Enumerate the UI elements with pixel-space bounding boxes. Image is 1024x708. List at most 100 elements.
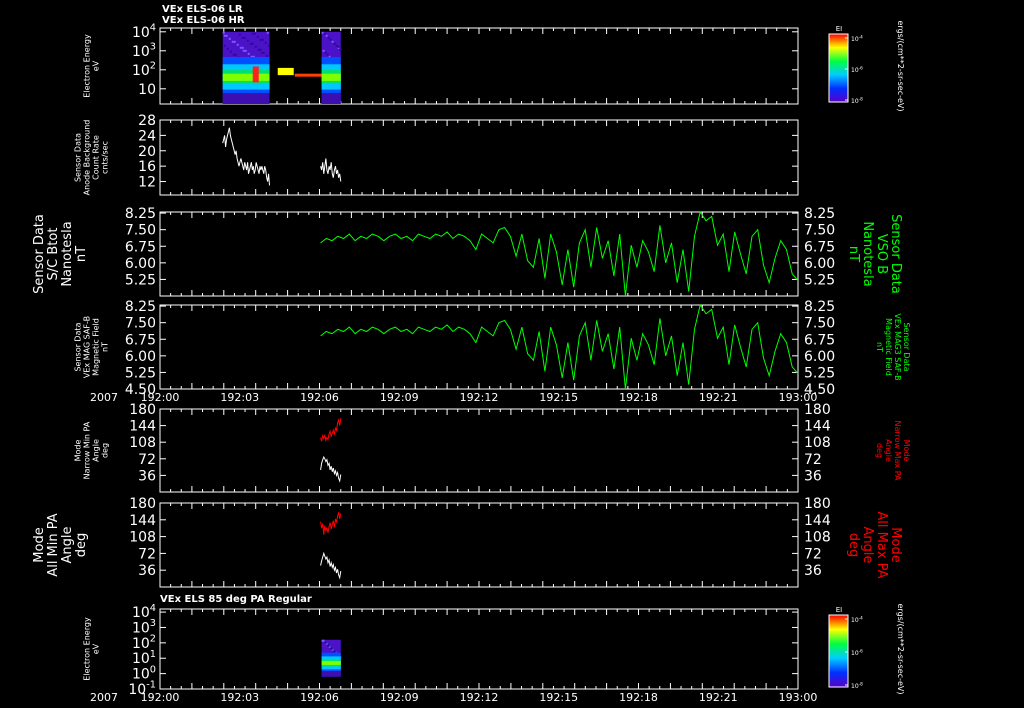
spectrogram-hotspot [277, 67, 294, 76]
colorbar-title: EI [836, 606, 843, 614]
right-axis-label: deg [846, 533, 861, 558]
right-axis-label: nT [846, 246, 861, 262]
y-tick-label: 24 [138, 128, 156, 144]
right-axis-label: Narrow Max PA [893, 421, 902, 482]
y-tick-label: 36 [138, 563, 156, 579]
right-tick-label: 5.25 [804, 272, 835, 288]
x-tick-label: 192:09 [380, 391, 419, 404]
y-axis-label: Electron Energy [83, 617, 92, 681]
colorbar [828, 614, 849, 688]
spectrogram-speckle [223, 34, 226, 37]
y-tick-label: 8.25 [125, 299, 156, 315]
chart-figure: VEx ELS-06 LR VEx ELS-06 HR VEx ELS 85 d… [0, 0, 1024, 708]
y-axis-label: Angle [92, 439, 101, 462]
spectrogram-speckle [249, 42, 252, 45]
y-tick-label: 108 [129, 530, 156, 546]
y-axis-label: Nanotesla [60, 221, 75, 286]
spectrogram-speckle [239, 46, 242, 49]
spectrogram-hotspot [252, 66, 259, 83]
spectrogram-speckle [228, 37, 231, 40]
right-axis-label: nT [875, 342, 884, 352]
spectrogram-speckle [326, 53, 329, 56]
spectrogram-speckle [260, 51, 263, 54]
spectrogram-speckle [322, 49, 325, 52]
y-axis-label: Sensor Data [74, 322, 83, 371]
y-axis-label: Count Rate [92, 135, 101, 180]
right-tick-label: 5.25 [804, 365, 835, 381]
spectrogram-speckle [256, 35, 259, 38]
spectrogram-band [321, 671, 341, 677]
y-tick-label: 108 [129, 435, 156, 451]
spectrogram-speckle [261, 38, 264, 41]
spectrogram-speckle [323, 32, 326, 35]
y-axis-label: eV [92, 643, 101, 654]
spectrogram-speckle [327, 36, 330, 39]
spectrogram-band [222, 93, 270, 104]
right-tick-label: 36 [804, 468, 822, 484]
spectrogram-speckle [242, 49, 245, 52]
spectrogram-band [321, 661, 341, 665]
y-axis-label: Narrow Min PA [83, 421, 92, 479]
right-axis-label: All Max PA [874, 511, 889, 578]
spectrogram-speckle [238, 33, 241, 36]
spectrogram-speckle [251, 42, 254, 45]
x-tick-label: 192:00 [141, 391, 180, 404]
right-axis-label: Angle [860, 527, 875, 564]
spectrogram-speckle [321, 31, 324, 34]
spectrogram-speckle [324, 51, 327, 54]
right-tick-label: 108 [804, 530, 831, 546]
right-tick-label: 72 [804, 452, 822, 468]
x-tick-label: 193:00 [779, 691, 818, 704]
y-tick-label: 72 [138, 452, 156, 468]
spectrogram-band [321, 93, 341, 104]
x-tick-label: 192:21 [699, 691, 738, 704]
right-tick-label: 7.50 [804, 223, 835, 239]
spectrogram-speckle [335, 44, 338, 47]
header-lr: VEx ELS-06 LR [162, 4, 243, 15]
spectrogram-speckle [337, 45, 340, 48]
y-tick-label: 6.75 [125, 239, 156, 255]
x-tick-label: 192:03 [220, 391, 259, 404]
spectrogram-speckle [223, 44, 226, 47]
right-tick-label: 144 [804, 513, 831, 529]
y-axis-label: nT [74, 246, 89, 262]
spectrogram-speckle [339, 47, 342, 50]
bottom-header: VEx ELS 85 deg PA Regular [160, 594, 312, 605]
y-tick-label: 72 [138, 546, 156, 562]
spectrogram-speckle [325, 34, 328, 37]
spectrogram-speckle [236, 43, 239, 46]
right-axis-label: VSO B [874, 234, 889, 274]
y-axis-label: eV [92, 60, 101, 71]
right-tick-label: 6.75 [804, 239, 835, 255]
y-tick-label: 6.00 [125, 349, 156, 365]
y-axis-label: Sensor Data [74, 133, 83, 182]
y-axis-label: Anode Background [83, 120, 92, 196]
y-axis-label: nT [101, 342, 110, 352]
spectrogram-speckle [244, 49, 247, 52]
right-tick-label: 36 [804, 563, 822, 579]
y-tick-label: 5.25 [125, 365, 156, 381]
spectrogram-speckle [259, 48, 262, 51]
right-axis-label: Magnetic Field [884, 318, 893, 376]
x-tick-label: 192:06 [300, 691, 339, 704]
spectrogram-speckle [231, 40, 234, 43]
spectrogram-speckle [233, 40, 236, 43]
x-tick-label: 192:06 [300, 391, 339, 404]
spectrogram-speckle [232, 53, 235, 56]
y-tick-label: 7.50 [125, 223, 156, 239]
right-tick-label: 8.25 [804, 299, 835, 315]
y-tick-label: 144 [129, 513, 156, 529]
y-tick-label: 180 [129, 402, 156, 418]
spectrogram-speckle [251, 32, 254, 35]
y-tick-label: 6.75 [125, 332, 156, 348]
x-year-label: 2007 [90, 391, 118, 404]
right-tick-label: 180 [804, 496, 831, 512]
x-tick-label: 192:18 [619, 691, 658, 704]
right-axis-label: deg [875, 443, 884, 458]
spectrogram-speckle [329, 38, 332, 41]
y-tick-label: 12 [138, 175, 156, 191]
y-axis-label: Mode [32, 527, 47, 562]
right-axis-label: Angle [884, 439, 893, 462]
spectrogram-speckle [322, 639, 325, 642]
right-tick-label: 180 [804, 402, 831, 418]
